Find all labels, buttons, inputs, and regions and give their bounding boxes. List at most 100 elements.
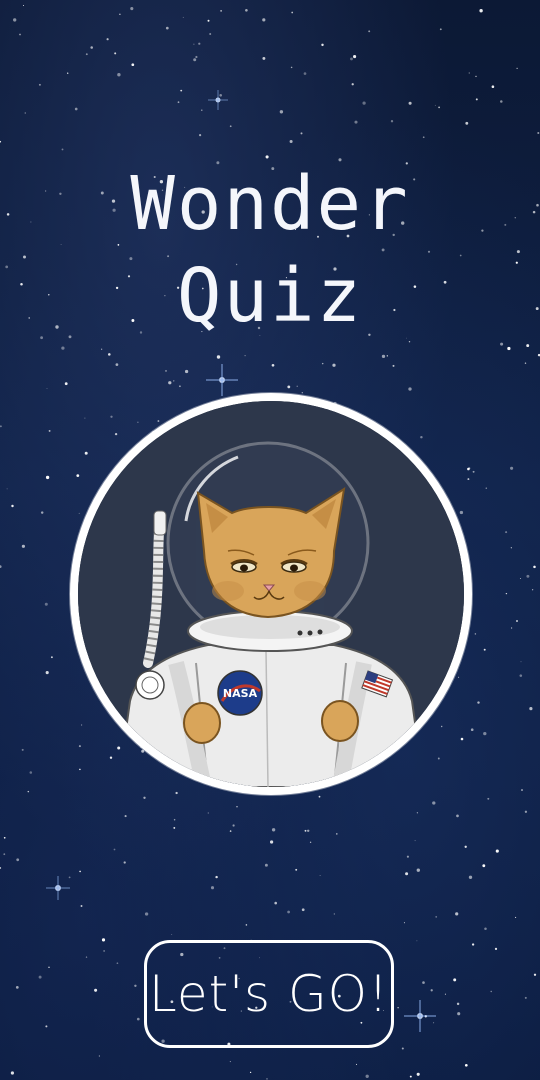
app-title-line2: Quiz	[176, 253, 364, 339]
star	[266, 1078, 268, 1080]
star	[124, 815, 127, 818]
star	[19, 33, 21, 36]
star	[264, 863, 268, 867]
star	[180, 89, 183, 92]
star	[113, 848, 116, 851]
star	[21, 544, 25, 548]
star	[115, 363, 119, 366]
astronaut-cat-icon: NASA	[78, 401, 464, 787]
star	[444, 993, 446, 995]
star	[61, 148, 64, 151]
star	[171, 934, 173, 936]
star	[459, 510, 464, 515]
star	[85, 53, 88, 56]
star	[143, 796, 146, 799]
star	[137, 421, 139, 423]
star	[416, 1072, 420, 1076]
star	[245, 8, 248, 12]
star	[3, 836, 6, 839]
star	[537, 131, 540, 135]
star	[430, 989, 433, 992]
star	[526, 344, 530, 348]
star	[78, 512, 80, 514]
star	[354, 120, 358, 124]
star	[477, 701, 480, 704]
star	[262, 56, 266, 60]
star	[479, 9, 483, 13]
star	[457, 1012, 461, 1016]
star	[319, 875, 321, 877]
star	[520, 661, 522, 663]
star	[333, 913, 335, 915]
star	[533, 973, 537, 976]
star	[416, 812, 419, 814]
star	[48, 966, 50, 968]
star	[11, 504, 14, 508]
star	[64, 382, 68, 386]
star	[507, 346, 511, 351]
star	[45, 1025, 48, 1028]
star	[468, 72, 470, 74]
star	[16, 858, 20, 862]
star	[301, 392, 303, 394]
star	[416, 940, 418, 942]
star	[90, 46, 93, 49]
star	[110, 415, 113, 418]
star	[79, 870, 81, 873]
star	[165, 26, 169, 30]
star	[422, 981, 425, 984]
star	[435, 916, 438, 918]
star	[3, 853, 6, 856]
star	[368, 30, 371, 33]
star	[351, 83, 354, 86]
star	[300, 132, 303, 135]
star	[519, 578, 521, 579]
star	[219, 94, 222, 97]
star	[131, 63, 135, 67]
star	[414, 840, 416, 842]
lets-go-button[interactable]: Let's GO!	[144, 940, 394, 1048]
star	[116, 962, 119, 965]
star	[175, 791, 178, 795]
star	[529, 707, 533, 711]
star	[279, 110, 284, 114]
star	[244, 354, 246, 357]
star	[432, 801, 436, 805]
app-title-line1: Wonder	[130, 161, 410, 247]
star	[533, 565, 536, 569]
star	[467, 478, 470, 481]
star	[381, 354, 386, 359]
star	[45, 671, 49, 675]
star	[475, 98, 478, 101]
star	[177, 101, 180, 104]
star	[29, 771, 33, 774]
star	[440, 725, 443, 728]
star	[45, 475, 50, 480]
star	[40, 511, 44, 514]
star	[210, 886, 215, 890]
star	[390, 120, 394, 123]
star	[130, 7, 134, 11]
star	[362, 101, 366, 105]
star	[144, 912, 149, 916]
star	[464, 845, 467, 848]
star	[524, 996, 527, 999]
star	[526, 574, 530, 578]
star	[109, 756, 113, 759]
star	[524, 362, 527, 364]
star	[182, 16, 184, 18]
star	[353, 55, 357, 59]
star	[516, 620, 518, 622]
star	[13, 18, 17, 22]
star	[81, 724, 83, 726]
star	[295, 868, 298, 871]
star	[483, 648, 486, 651]
star	[495, 849, 499, 853]
star	[287, 385, 291, 389]
star	[85, 956, 88, 958]
star	[271, 828, 276, 832]
star	[117, 746, 121, 750]
star	[464, 1063, 468, 1067]
star	[468, 467, 471, 470]
star	[179, 385, 181, 388]
